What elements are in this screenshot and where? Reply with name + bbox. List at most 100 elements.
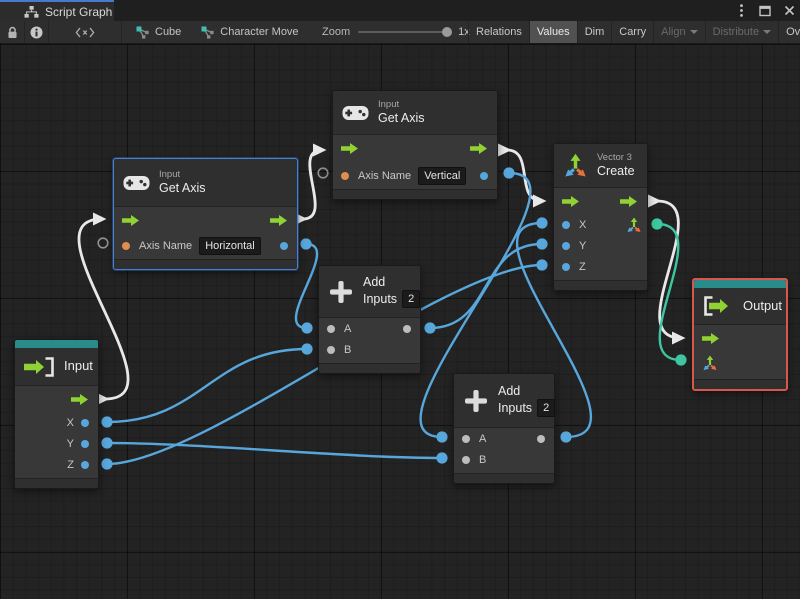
float-port-dot[interactable]	[536, 238, 548, 250]
float-port-dot[interactable]	[300, 238, 312, 250]
vector-port-dot[interactable]	[651, 218, 663, 230]
lock-button[interactable]	[0, 21, 25, 43]
port-orange-in[interactable]	[341, 171, 349, 180]
node-header[interactable]: Add Inputs 2	[319, 266, 421, 318]
node-get-axis-vertical[interactable]: Input Get Axis Axis Name Vertical	[332, 90, 498, 200]
node-header[interactable]: Input	[15, 348, 98, 386]
node-header[interactable]: Vector 3 Create	[554, 144, 647, 188]
unconnected-port[interactable]	[97, 237, 109, 249]
node-row: A	[454, 428, 554, 449]
float-port-dot[interactable]	[301, 322, 313, 334]
flow-arrow[interactable]	[122, 214, 140, 226]
value-field[interactable]: Horizontal	[199, 237, 261, 255]
align-dropdown[interactable]: Align	[653, 21, 704, 43]
float-port-dot[interactable]	[301, 343, 313, 355]
port-gray-in[interactable]	[462, 455, 470, 464]
breadcrumb-character-move[interactable]: Character Move	[201, 26, 299, 39]
info-button[interactable]	[25, 21, 49, 43]
flow-port-triangle[interactable]	[313, 143, 327, 157]
dim-button[interactable]: Dim	[576, 21, 612, 43]
flow-arrow[interactable]	[71, 393, 89, 405]
unconnected-port[interactable]	[317, 167, 329, 179]
float-wire[interactable]	[294, 242, 319, 330]
zoom-slider-handle[interactable]	[442, 27, 453, 37]
port-blue-out[interactable]	[81, 439, 89, 448]
maximize-icon[interactable]	[758, 4, 772, 18]
float-port-dot[interactable]	[101, 458, 113, 470]
flow-port-triangle[interactable]	[93, 212, 107, 226]
flow-port-triangle[interactable]	[498, 143, 512, 157]
breadcrumb: Cube Character Move	[136, 21, 299, 43]
port-gray-in[interactable]	[327, 324, 335, 333]
relations-button[interactable]: Relations	[468, 21, 529, 43]
float-port-dot[interactable]	[560, 431, 572, 443]
port-blue-out[interactable]	[480, 171, 488, 180]
node-vector3-create[interactable]: Vector 3 Create X Y Z	[553, 143, 648, 291]
port-gray-in[interactable]	[327, 345, 335, 354]
breadcrumb-cube[interactable]: Cube	[136, 26, 181, 39]
flow-arrow[interactable]	[562, 195, 580, 207]
code-view-button[interactable]	[49, 21, 122, 43]
kebab-menu-icon[interactable]	[734, 4, 748, 18]
node-output[interactable]: Output	[692, 278, 788, 391]
flow-port-triangle[interactable]	[672, 331, 686, 345]
carry-button[interactable]: Carry	[611, 21, 653, 43]
close-icon[interactable]	[782, 4, 796, 18]
node-color-stripe	[15, 340, 98, 348]
float-port-dot[interactable]	[536, 217, 548, 229]
float-wire[interactable]	[106, 347, 308, 424]
float-port-dot[interactable]	[436, 431, 448, 443]
node-header[interactable]: Output	[694, 288, 786, 325]
float-port-dot[interactable]	[101, 416, 113, 428]
flow-arrow[interactable]	[702, 332, 720, 344]
port-blue-in[interactable]	[562, 262, 570, 271]
inputs-count-field[interactable]: 2	[402, 290, 421, 309]
overview-button[interactable]: Overv	[778, 21, 800, 43]
port-blue-out[interactable]	[81, 460, 89, 469]
float-port-dot[interactable]	[503, 167, 515, 179]
port-gray-out[interactable]	[403, 324, 411, 333]
gamepad-icon	[342, 104, 369, 122]
node-header[interactable]: Add Inputs 2	[454, 374, 556, 428]
node-header[interactable]: Input Get Axis	[333, 91, 497, 135]
node-row: Z	[15, 454, 98, 475]
flow-arrow[interactable]	[470, 143, 488, 154]
flow-arrow[interactable]	[341, 143, 359, 154]
flow-arrow[interactable]	[270, 214, 288, 226]
float-port-dot[interactable]	[536, 259, 548, 271]
value-field[interactable]: Vertical	[418, 166, 467, 185]
float-port-dot[interactable]	[424, 322, 436, 334]
node-get-axis-horizontal[interactable]: Input Get Axis Axis Name Horizontal	[113, 158, 298, 270]
node-add-1[interactable]: Add Inputs 2 A B	[318, 265, 421, 374]
port-label: A	[344, 322, 352, 335]
node-add-2[interactable]: Add Inputs 2 A B	[453, 373, 556, 484]
node-titles: Add Inputs 2	[363, 275, 421, 309]
node-input[interactable]: Input X Y Z	[14, 339, 99, 489]
distribute-dropdown[interactable]: Distribute	[704, 21, 778, 43]
float-port-dot[interactable]	[101, 437, 113, 449]
port-label: A	[479, 432, 487, 445]
zoom-slider[interactable]	[358, 27, 453, 37]
flow-wire[interactable]	[302, 148, 323, 221]
port-blue-in[interactable]	[562, 241, 570, 250]
values-button[interactable]: Values	[528, 21, 577, 43]
port-blue-in[interactable]	[562, 220, 570, 229]
inputs-count-field[interactable]: 2	[537, 399, 556, 418]
node-row: Y	[15, 433, 98, 454]
flow-port-triangle[interactable]	[648, 194, 662, 208]
tab-script-graph[interactable]: Script Graph	[0, 0, 114, 21]
port-blue-out[interactable]	[81, 418, 89, 427]
flow-port-triangle[interactable]	[533, 194, 547, 208]
vector-port-dot[interactable]	[675, 354, 687, 366]
flow-arrow[interactable]	[620, 195, 638, 207]
port-blue-out[interactable]	[280, 242, 288, 250]
node-title: Add	[498, 383, 521, 398]
port-gray-out[interactable]	[537, 434, 545, 443]
float-wire[interactable]	[429, 242, 543, 330]
port-orange-in[interactable]	[122, 242, 130, 250]
node-titles: Input Get Axis	[378, 99, 425, 127]
node-header[interactable]: Input Get Axis	[114, 159, 297, 207]
float-port-dot[interactable]	[436, 452, 448, 464]
port-gray-in[interactable]	[462, 434, 470, 443]
float-wire[interactable]	[106, 441, 443, 460]
